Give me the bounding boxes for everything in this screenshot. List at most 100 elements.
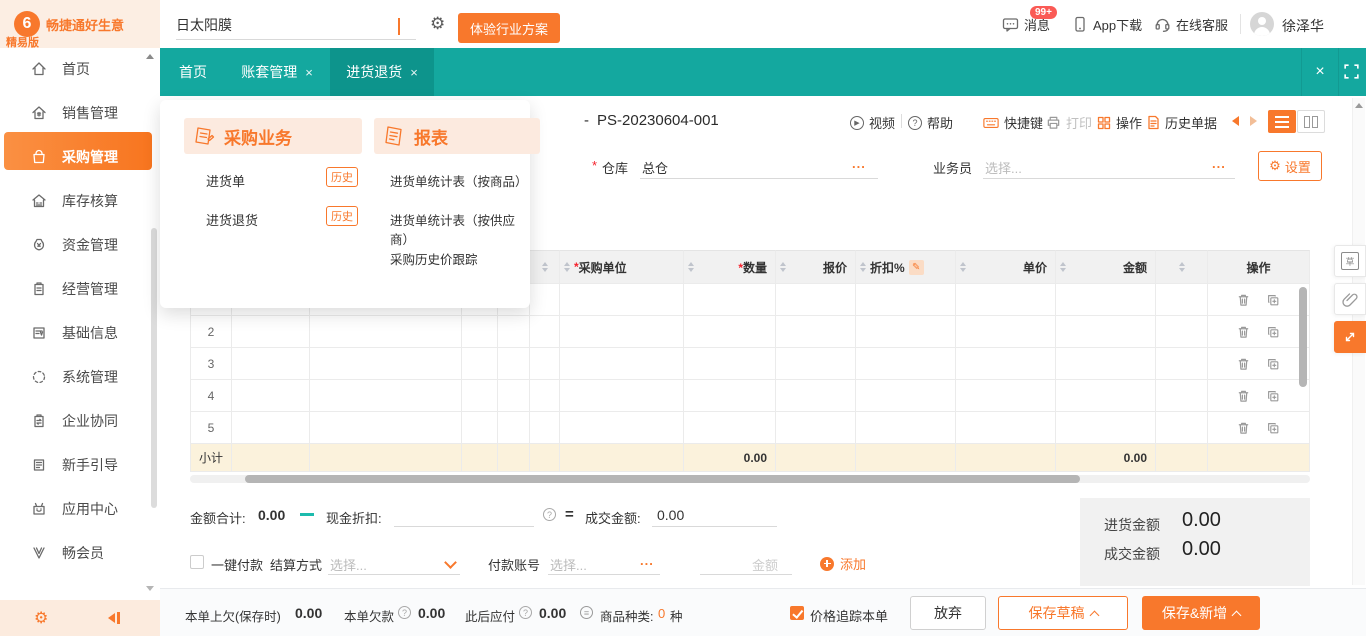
price-track-checkbox[interactable] [790,606,804,620]
sidebar-item-app-center[interactable]: 应用中心 [0,491,160,527]
username[interactable]: 徐泽华 [1282,16,1324,36]
sidebar-item-inventory[interactable]: 库存核算 [0,183,160,219]
menu-item-purchase-order[interactable]: 进货单 [206,171,245,190]
cell[interactable] [856,412,956,444]
tab-purchase-return[interactable]: 进货退货 × [330,48,434,96]
help-button[interactable]: ? 帮助 [908,113,953,132]
sort-icon[interactable] [780,262,786,272]
cell[interactable] [776,412,856,444]
cell[interactable] [310,348,462,380]
add-payment-button[interactable]: 添加 [820,554,866,573]
list-view-toggle[interactable] [1268,110,1296,133]
cell[interactable] [1156,316,1208,348]
cell[interactable] [1056,316,1156,348]
draft-list-button[interactable]: 草 [1334,245,1366,277]
cell[interactable] [776,284,856,316]
sidebar-scrollbar[interactable] [151,228,157,508]
app-download-item[interactable]: App下载 [1072,15,1142,34]
trial-button[interactable]: 体验行业方案 [458,13,560,43]
sidebar-item-system[interactable]: 系统管理 [0,359,160,395]
cell[interactable] [462,348,498,380]
scroll-up-arrow-icon[interactable] [1355,103,1363,108]
cell[interactable] [1056,348,1156,380]
save-draft-button[interactable]: 保存草稿 [998,596,1128,630]
shortcut-button[interactable]: 快捷键 [983,113,1043,132]
header-quote[interactable]: 报价 [776,250,856,284]
header-amount[interactable]: 金额 [1056,250,1156,284]
copy-row-icon[interactable] [1266,293,1280,307]
cell[interactable] [856,380,956,412]
menu-item-purchase-return[interactable]: 进货退货 [206,210,258,229]
question-icon[interactable]: ? [519,606,532,619]
cell[interactable] [1056,412,1156,444]
settings-button[interactable]: ⚙ 设置 [1258,151,1322,181]
warehouse-value[interactable]: 总仓 [642,158,668,177]
copy-row-icon[interactable] [1266,357,1280,371]
cell[interactable] [310,380,462,412]
clerk-picker-ellipsis[interactable]: ... [1212,156,1226,171]
menu-item-price-history[interactable]: 采购历史价跟踪 [390,249,478,268]
cell[interactable] [530,348,560,380]
cell[interactable] [232,412,310,444]
pay-amount-placeholder[interactable]: 金额 [752,555,778,574]
pay-account-placeholder[interactable]: 选择... [550,555,587,574]
tab-home[interactable]: 首页 [165,48,221,96]
cell[interactable] [232,348,310,380]
sort-icon[interactable] [1060,262,1066,272]
cell[interactable] [684,348,776,380]
cell[interactable] [956,316,1056,348]
online-service-item[interactable]: 在线客服 [1154,15,1228,34]
gear-icon[interactable]: ⚙ [430,14,445,34]
cell[interactable] [684,316,776,348]
actions-button[interactable]: 操作 [1097,113,1142,132]
cell[interactable] [776,316,856,348]
cell[interactable] [560,412,684,444]
save-new-button[interactable]: 保存&新增 [1142,596,1260,630]
collapse-sidebar-icon[interactable] [108,612,120,624]
header-unit[interactable]: *采购单位 [560,250,684,284]
cell[interactable] [498,316,530,348]
menu-item-stats-by-product[interactable]: 进货单统计表（按商品） [390,171,528,190]
sort-icon[interactable] [860,262,866,272]
cell[interactable] [462,412,498,444]
method-placeholder[interactable]: 选择... [330,555,367,574]
delete-row-icon[interactable] [1237,421,1250,435]
prev-doc-icon[interactable] [1232,116,1239,126]
close-icon[interactable]: × [410,65,418,80]
tab-account-mgmt[interactable]: 账套管理 × [224,48,330,96]
cell[interactable] [232,316,310,348]
history-badge[interactable]: 历史 [326,167,358,187]
sidebar-item-base-info[interactable]: 基础信息 [0,315,160,351]
clerk-placeholder[interactable]: 选择... [985,158,1022,177]
pay-account-ellipsis[interactable]: ... [640,553,654,568]
delete-row-icon[interactable] [1237,357,1250,371]
cell[interactable] [530,284,560,316]
print-button[interactable]: 打印 [1046,113,1092,132]
cell[interactable] [560,380,684,412]
question-icon[interactable]: ? [398,606,411,619]
cell[interactable] [1156,348,1208,380]
sidebar-scroll-down-icon[interactable] [146,586,154,591]
copy-row-icon[interactable] [1266,325,1280,339]
form-view-toggle[interactable] [1297,110,1325,133]
cell[interactable] [684,380,776,412]
video-button[interactable]: ▶ 视频 [850,113,895,132]
sidebar-item-operations[interactable]: 经营管理 [0,271,160,307]
sort-icon[interactable] [1179,262,1185,272]
abandon-button[interactable]: 放弃 [910,596,986,630]
sidebar-item-newbie-guide[interactable]: 新手引导 [0,447,160,483]
next-doc-icon[interactable] [1250,116,1257,126]
delete-row-icon[interactable] [1237,325,1250,339]
cell[interactable] [310,412,462,444]
method-chevron-down-icon[interactable] [446,558,455,567]
delete-row-icon[interactable] [1237,293,1250,307]
cell[interactable] [856,348,956,380]
history-badge[interactable]: 历史 [326,206,358,226]
sort-icon[interactable] [688,262,694,272]
cell[interactable] [560,284,684,316]
cell[interactable] [1056,380,1156,412]
sidebar-item-member[interactable]: 畅会员 [0,535,160,571]
attachment-button[interactable] [1334,283,1366,315]
cell[interactable] [462,380,498,412]
cell[interactable] [560,348,684,380]
